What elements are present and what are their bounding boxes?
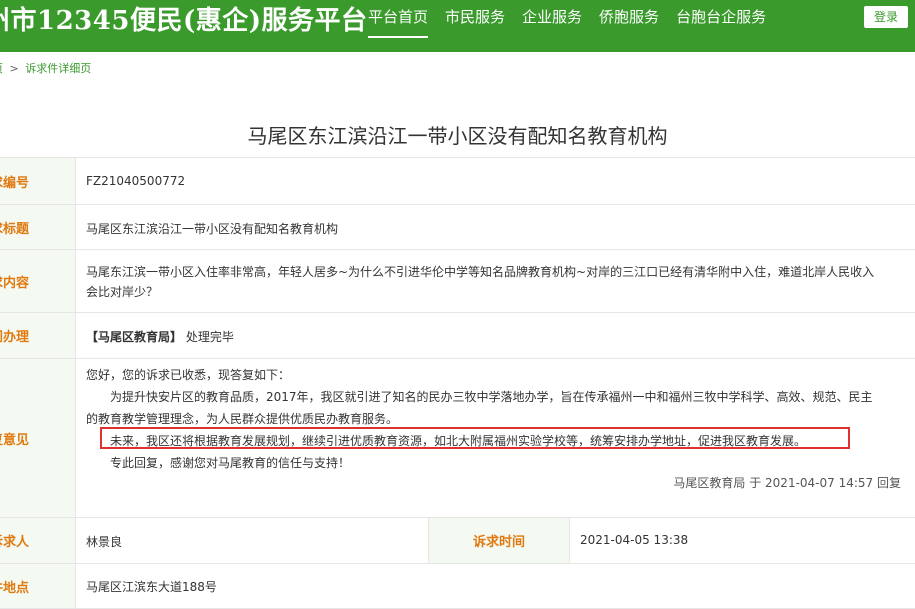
value-content: 马尾东江滨一带小区入住率非常高，年轻人居多~为什么不引进华伦中学等知名品牌教育机… [86, 262, 874, 302]
value-location: 马尾区江滨东大道188号 [86, 580, 217, 594]
top-header: 州市12345便民(惠企)服务平台 平台首页 市民服务 企业服务 侨胞服务 台胞… [0, 0, 915, 52]
reply-line-2: 为提升快安片区的教育品质，2017年，我区就引进了知名的民办三牧中学落地办学，旨… [110, 390, 873, 404]
reply-line-4: 未来，我区还将根据教育发展规划，继续引进优质教育资源，如北大附属福州实验学校等，… [110, 434, 807, 448]
nav-taiwan-services[interactable]: 台胞台企服务 [676, 0, 766, 36]
value-title: 马尾区东江滨沿江一带小区没有配知名教育机构 [86, 222, 339, 236]
row-content: 求内容 马尾东江滨一带小区入住率非常高，年轻人居多~为什么不引进华伦中学等知名品… [0, 250, 915, 313]
row-department: 门办理 【马尾区教育局】 处理完毕 [0, 313, 915, 359]
breadcrumb-current: 诉求件详细页 [25, 62, 92, 75]
value-petitioner: 林景良 [86, 535, 123, 549]
page-title: 马尾区东江滨沿江一带小区没有配知名教育机构 [247, 124, 668, 148]
department-name: 【马尾区教育局】 [86, 330, 183, 344]
reply-signature: 马尾区教育局 于 2021-04-07 14:57 回复 [673, 476, 901, 490]
row-location: 件地点 马尾区江滨东大道188号 [0, 564, 915, 609]
row-number: 求编号 FZ21040500772 [0, 158, 915, 205]
label-location: 件地点 [0, 564, 76, 608]
row-title: 求标题 马尾区东江滨沿江一带小区没有配知名教育机构 [0, 205, 915, 250]
breadcrumb-home-link[interactable]: 页 [0, 62, 3, 75]
detail-table: 求编号 FZ21040500772 求标题 马尾区东江滨沿江一带小区没有配知名教… [0, 157, 915, 609]
label-petitioner: 诉求人 [0, 518, 76, 563]
label-department: 门办理 [0, 313, 76, 358]
processing-status: 处理完毕 [185, 330, 234, 344]
label-reply: 复意见 [0, 359, 76, 517]
site-title[interactable]: 州市12345便民(惠企)服务平台 [0, 4, 368, 38]
row-petitioner: 诉求人 林景良 诉求时间 2021-04-05 13:38 [0, 518, 915, 564]
login-button[interactable]: 登录 [864, 6, 908, 28]
breadcrumb-separator: > [9, 62, 19, 75]
label-petition-time: 诉求时间 [428, 518, 570, 563]
value-number: FZ21040500772 [86, 174, 186, 188]
nav-citizen-services[interactable]: 市民服务 [445, 0, 505, 36]
content-line-2: 会比对岸少？ [86, 285, 159, 299]
value-petition-time: 2021-04-05 13:38 [580, 533, 689, 547]
label-number: 求编号 [0, 158, 76, 204]
reply-line-5: 专此回复，感谢您对马尾教育的信任与支持！ [110, 456, 351, 470]
nav-home[interactable]: 平台首页 [368, 0, 429, 38]
nav-enterprise-services[interactable]: 企业服务 [522, 0, 582, 36]
main-nav: 平台首页 市民服务 企业服务 侨胞服务 台胞台企服务 [368, 0, 783, 52]
breadcrumb: 页 > 诉求件详细页 [0, 60, 91, 76]
nav-overseas-chinese-services[interactable]: 侨胞服务 [599, 0, 659, 36]
content-line-1: 马尾东江滨一带小区入住率非常高，年轻人居多~为什么不引进华伦中学等知名品牌教育机… [86, 265, 875, 279]
value-department: 【马尾区教育局】 处理完毕 [86, 328, 234, 345]
label-title: 求标题 [0, 205, 76, 249]
reply-line-1: 您好，您的诉求已收悉，现答复如下： [86, 368, 291, 382]
reply-line-3: 的教育教学管理理念，为人民群众提供优质民办教育服务。 [86, 412, 399, 426]
label-content: 求内容 [0, 250, 76, 312]
